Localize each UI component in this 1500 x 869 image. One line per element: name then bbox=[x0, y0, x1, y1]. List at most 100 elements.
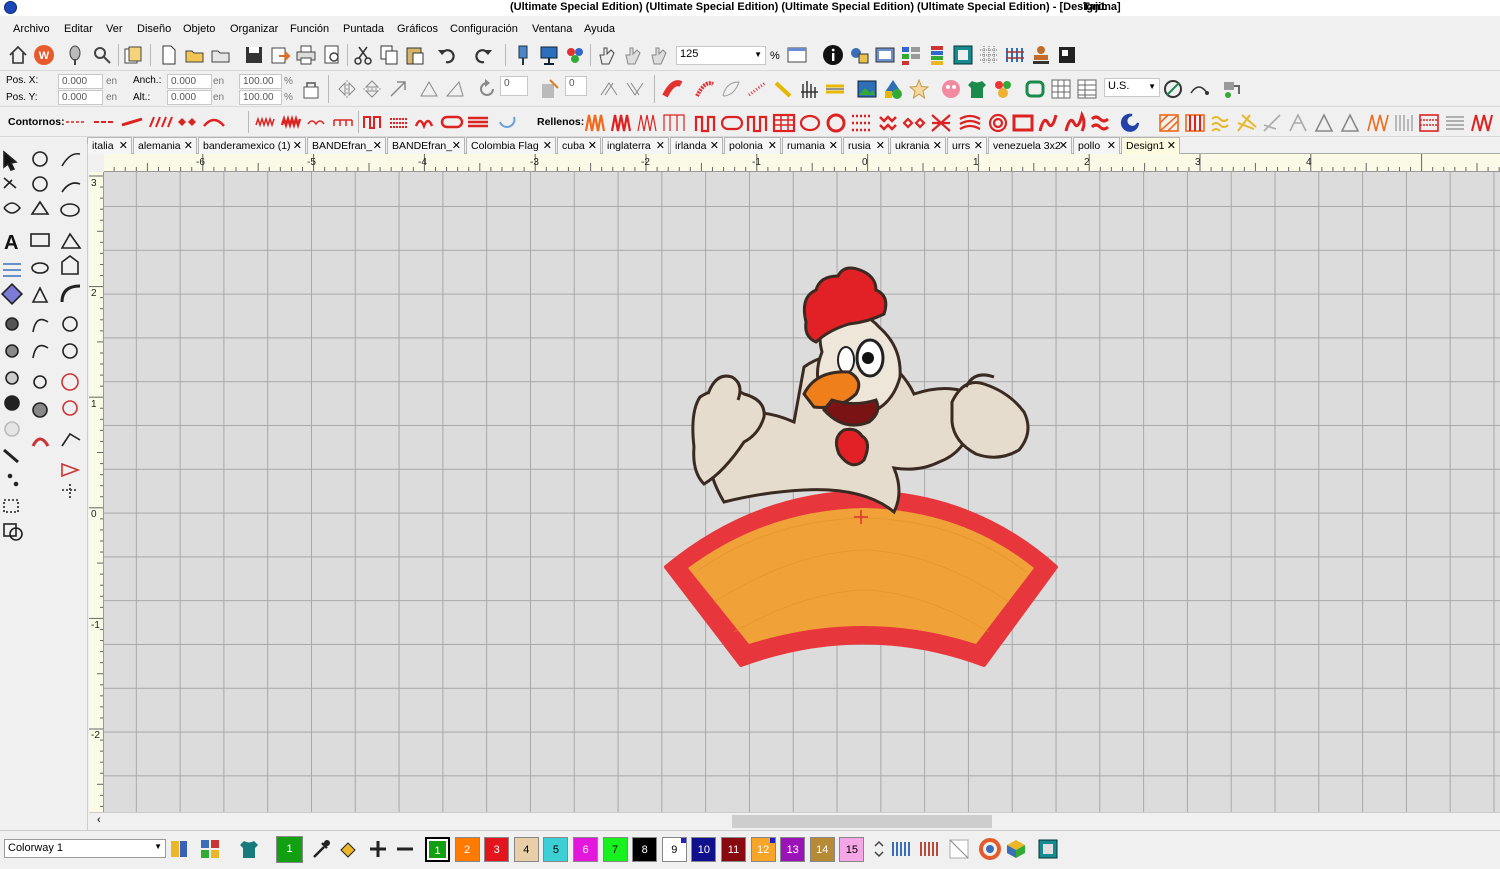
angle-lines-alt-icon[interactable] bbox=[624, 78, 646, 100]
tab-urrs[interactable]: urrs ✕ bbox=[947, 137, 987, 154]
colorway-list-icon[interactable] bbox=[168, 838, 190, 860]
garment-color-icon[interactable] bbox=[238, 838, 260, 860]
eyedropper-icon[interactable] bbox=[310, 838, 332, 860]
pos-y-input[interactable]: 0.000 bbox=[58, 90, 103, 105]
close-icon[interactable]: ✕ bbox=[710, 139, 719, 152]
travel-icon[interactable] bbox=[512, 44, 534, 66]
add-color-icon[interactable] bbox=[367, 838, 389, 860]
palette-color-9[interactable]: 9 bbox=[661, 837, 687, 862]
palette-color-8[interactable]: 8 bbox=[632, 837, 658, 862]
skew-alt-icon[interactable] bbox=[444, 78, 466, 100]
wilcom-logo-icon[interactable]: W bbox=[33, 44, 55, 66]
table-grid-icon[interactable] bbox=[1050, 78, 1072, 100]
close-icon[interactable]: ✕ bbox=[656, 139, 665, 152]
export-icon[interactable] bbox=[269, 44, 291, 66]
horizontal-scrollbar[interactable]: ‹ bbox=[89, 812, 1500, 829]
palette-color-2[interactable]: 2 bbox=[454, 837, 480, 862]
tab-banderamexico[interactable]: banderamexico (1) ✕ bbox=[198, 137, 306, 154]
stamp-icon[interactable] bbox=[1030, 44, 1052, 66]
applique-icon[interactable] bbox=[824, 78, 846, 100]
outline-stitch-icons[interactable] bbox=[64, 111, 250, 133]
tatami-stitch-icon[interactable] bbox=[694, 78, 716, 100]
team-names-icon[interactable] bbox=[992, 78, 1014, 100]
stitch-angle-icon[interactable] bbox=[538, 78, 560, 100]
palette-color-13[interactable]: 13 bbox=[780, 837, 806, 862]
colorway-select[interactable]: Colorway 1 ▼ bbox=[4, 839, 166, 858]
palette-color-14[interactable]: 14 bbox=[809, 837, 835, 862]
3d-view-icon[interactable] bbox=[1005, 838, 1027, 860]
palette-color-10[interactable]: 10 bbox=[691, 837, 717, 862]
palette-color-4[interactable]: 4 bbox=[513, 837, 539, 862]
close-icon[interactable]: ✕ bbox=[1107, 139, 1116, 152]
print-icon[interactable] bbox=[295, 44, 317, 66]
open-recent-icon[interactable] bbox=[210, 44, 232, 66]
close-icon[interactable]: ✕ bbox=[1167, 139, 1176, 152]
palette-color-12[interactable]: 12 bbox=[750, 837, 776, 862]
palette-color-7[interactable]: 7 bbox=[602, 837, 628, 862]
tab-design1[interactable]: Design1 ✕ bbox=[1121, 137, 1180, 154]
design-canvas[interactable] bbox=[104, 172, 1500, 812]
redo-icon[interactable] bbox=[472, 44, 494, 66]
palette-color-5[interactable]: 5 bbox=[543, 837, 569, 862]
menu-editar[interactable]: Editar bbox=[64, 23, 93, 35]
close-icon[interactable]: ✕ bbox=[974, 139, 983, 152]
gear-tools-icon[interactable] bbox=[91, 44, 113, 66]
satin-stitch-icon[interactable] bbox=[662, 78, 684, 100]
paint-bucket-icon[interactable] bbox=[337, 838, 359, 860]
no-color-icon[interactable] bbox=[948, 838, 970, 860]
menu-organizar[interactable]: Organizar bbox=[230, 23, 278, 35]
menu-puntada[interactable]: Puntada bbox=[343, 23, 384, 35]
close-icon[interactable]: ✕ bbox=[119, 139, 128, 152]
cut-icon[interactable] bbox=[352, 44, 374, 66]
current-color-swatch[interactable]: 1 bbox=[276, 836, 303, 863]
tab-colombia-flag[interactable]: Colombia Flag ✕ bbox=[466, 137, 556, 154]
close-icon[interactable]: ✕ bbox=[452, 139, 461, 152]
undo-icon[interactable] bbox=[436, 44, 458, 66]
rotation-input[interactable]: 0 bbox=[500, 76, 528, 96]
palette-color-1[interactable]: 1 bbox=[425, 837, 450, 862]
menu-archivo[interactable]: Archivo bbox=[13, 23, 50, 35]
hoop-view-icon[interactable] bbox=[1037, 838, 1059, 860]
tab-inglaterra[interactable]: inglaterra ✕ bbox=[602, 137, 669, 154]
shapes-icon[interactable] bbox=[882, 78, 904, 100]
angle-input[interactable]: 0 bbox=[565, 76, 587, 96]
new-file-icon[interactable] bbox=[158, 44, 180, 66]
close-icon[interactable]: ✕ bbox=[293, 139, 302, 152]
thread-chart-icon[interactable] bbox=[890, 838, 912, 860]
hand-up-icon[interactable] bbox=[648, 44, 670, 66]
compass-icon[interactable] bbox=[1162, 78, 1184, 100]
picture-icon[interactable] bbox=[856, 78, 878, 100]
tab-ukrania[interactable]: ukrania ✕ bbox=[890, 137, 946, 154]
zoom-input[interactable]: 125 ▼ bbox=[676, 46, 766, 65]
info-icon[interactable] bbox=[822, 44, 844, 66]
open-folder-icon[interactable] bbox=[184, 44, 206, 66]
rotate-icon[interactable] bbox=[476, 78, 498, 100]
object-list-icon[interactable] bbox=[900, 44, 922, 66]
tshirt-icon[interactable] bbox=[966, 78, 988, 100]
tab-italia[interactable]: italia ✕ bbox=[87, 137, 132, 154]
tab-rumania[interactable]: rumania ✕ bbox=[782, 137, 842, 154]
embroidery-design[interactable] bbox=[104, 172, 1500, 812]
hand-pan-icon[interactable] bbox=[596, 44, 618, 66]
scale-y-input[interactable]: 100.00 bbox=[239, 90, 282, 105]
skew-icon[interactable] bbox=[418, 78, 440, 100]
tab-alemania[interactable]: alemania ✕ bbox=[133, 137, 197, 154]
tab-bandefran-1[interactable]: BANDEfran_ ✕ bbox=[307, 137, 386, 154]
mirror-vertical-icon[interactable] bbox=[361, 78, 383, 100]
machine-icon[interactable] bbox=[1220, 78, 1242, 100]
close-icon[interactable]: ✕ bbox=[543, 139, 552, 152]
close-icon[interactable]: ✕ bbox=[933, 139, 942, 152]
scale-x-input[interactable]: 100.00 bbox=[239, 74, 282, 89]
banner-shape[interactable] bbox=[664, 490, 1058, 667]
menu-ver[interactable]: Ver bbox=[106, 23, 123, 35]
palette-scroll-icon[interactable] bbox=[868, 838, 890, 860]
close-icon[interactable]: ✕ bbox=[829, 139, 838, 152]
stitch-view-icon[interactable] bbox=[1004, 44, 1026, 66]
color-film-icon[interactable] bbox=[564, 44, 586, 66]
stitch-player-icon[interactable] bbox=[538, 44, 560, 66]
menu-diseno[interactable]: Diseño bbox=[137, 23, 171, 35]
outline-stitch-icons-3[interactable] bbox=[362, 111, 522, 133]
pos-x-input[interactable]: 0.000 bbox=[58, 74, 103, 89]
artwork-icon[interactable] bbox=[1056, 44, 1078, 66]
fill-stitch-icons-2[interactable] bbox=[1158, 111, 1498, 135]
